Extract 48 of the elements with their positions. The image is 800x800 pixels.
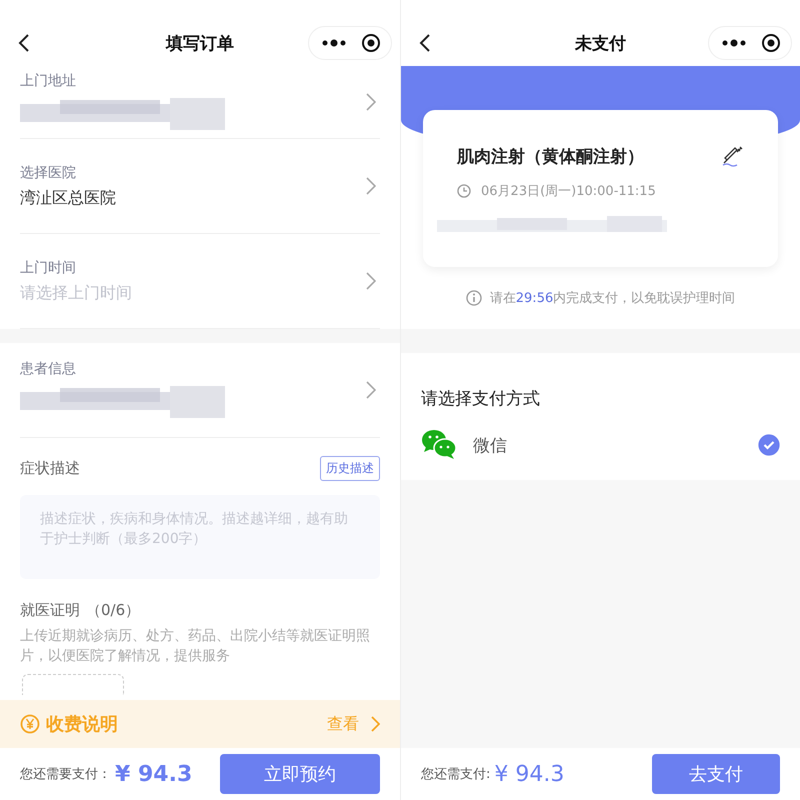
field-label: 上门时间 bbox=[20, 258, 77, 276]
record-icon[interactable] bbox=[761, 33, 781, 53]
chat-bubbles-icon bbox=[421, 429, 457, 461]
payment-option[interactable]: 微信 bbox=[421, 410, 780, 480]
upload-hint: 上传近期就诊病历、处方、药品、出院小结等就医证明照片，以便医院了解情况，提供服务 bbox=[20, 627, 371, 666]
yen-icon bbox=[20, 714, 40, 734]
field-placeholder: 请选择上门时间 bbox=[20, 282, 133, 304]
field-value: 湾沚区总医院 bbox=[20, 188, 117, 208]
capsule-menu[interactable] bbox=[708, 26, 792, 60]
chevron-right-icon bbox=[366, 381, 376, 399]
form-row[interactable]: 上门地址 bbox=[20, 66, 380, 139]
service-title: 肌肉注射（黄体酮注射） bbox=[457, 146, 644, 168]
section-label: 就医证明 bbox=[20, 601, 80, 620]
syringe-icon bbox=[720, 144, 744, 168]
page-title: 未支付 bbox=[575, 32, 626, 54]
fee-label: 收费说明 bbox=[46, 713, 119, 736]
form-row[interactable]: 选择医院 湾沚区总医院 bbox=[20, 139, 380, 234]
amount-label: 您还需支付: bbox=[421, 766, 490, 783]
section-label: 症状描述 bbox=[20, 459, 80, 478]
field-label: 患者信息 bbox=[20, 360, 77, 378]
chevron-right-icon bbox=[366, 93, 376, 111]
form-row[interactable]: 患者信息 bbox=[20, 343, 380, 438]
payment-notice: 请在29:56内完成支付，以免耽误护理时间 bbox=[490, 290, 736, 307]
history-button[interactable]: 历史描述 bbox=[320, 456, 380, 481]
appointment-time: 06月23日(周一)10:00-11:15 bbox=[481, 183, 656, 200]
chevron-right-icon bbox=[366, 272, 376, 290]
more-icon[interactable] bbox=[321, 39, 347, 47]
page-title: 填写订单 bbox=[166, 32, 234, 54]
capsule-menu[interactable] bbox=[308, 26, 392, 60]
upload-count: （0/6） bbox=[86, 601, 140, 620]
amount-value: ¥ 94.3 bbox=[494, 762, 564, 786]
amount-value: ¥ 94.3 bbox=[115, 762, 192, 786]
option-label: 微信 bbox=[473, 434, 508, 456]
field-label: 选择医院 bbox=[20, 164, 77, 182]
record-icon[interactable] bbox=[361, 33, 381, 53]
chevron-right-icon bbox=[371, 716, 380, 732]
field-label: 上门地址 bbox=[20, 72, 77, 90]
amount-label: 您还需要支付： bbox=[20, 766, 111, 783]
pay-button[interactable]: 去支付 bbox=[652, 754, 780, 794]
book-button[interactable]: 立即预约 bbox=[220, 754, 380, 794]
section-title: 请选择支付方式 bbox=[421, 388, 541, 410]
chevron-right-icon bbox=[366, 177, 376, 195]
back-icon[interactable] bbox=[18, 33, 30, 53]
info-icon bbox=[466, 290, 482, 306]
more-icon[interactable] bbox=[721, 39, 747, 47]
radio-check-icon[interactable] bbox=[758, 434, 780, 456]
back-icon[interactable] bbox=[419, 33, 431, 53]
clock-icon bbox=[457, 184, 471, 198]
